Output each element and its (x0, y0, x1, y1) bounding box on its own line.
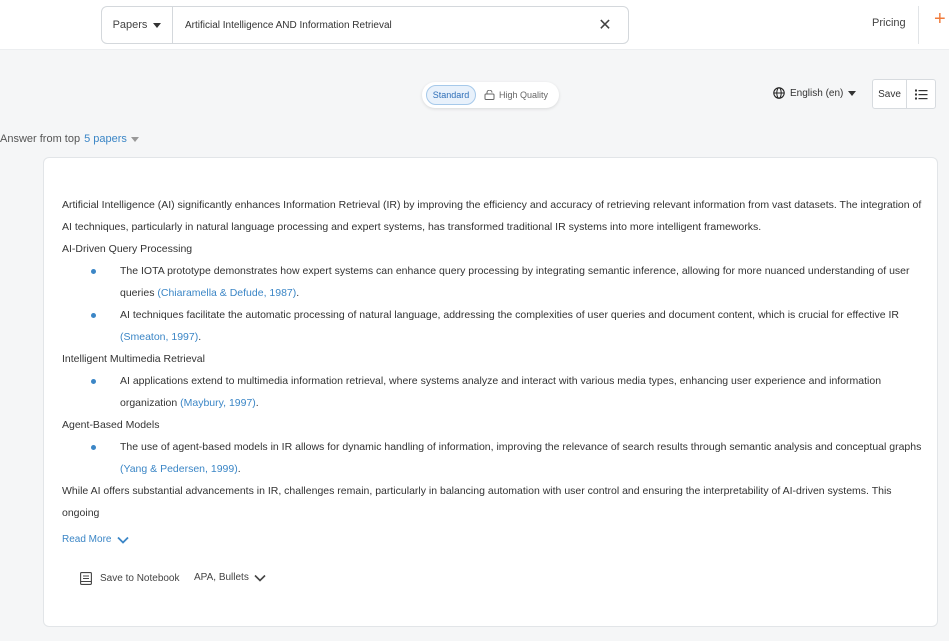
bullet-end: . (255, 397, 259, 409)
mode-high-quality-button[interactable]: High Quality (484, 90, 548, 100)
list-item: AI applications extend to multimedia inf… (91, 370, 924, 414)
caret-down-icon (848, 90, 857, 96)
citation-link[interactable]: (Yang & Pedersen, 1999) (120, 463, 238, 475)
answer-source-selector[interactable]: Answer from top 5 papers (0, 133, 139, 145)
list-item: The use of agent-based models in IR allo… (91, 436, 924, 480)
citation-link[interactable]: (Chiaramella & Defude, 1987) (157, 287, 296, 299)
answer-conclusion: While AI offers substantial advancements… (62, 485, 892, 519)
answer-card: Artificial Intelligence (AI) significant… (43, 157, 938, 627)
list-item: AI techniques facilitate the automatic p… (91, 304, 924, 348)
lock-icon (484, 90, 495, 100)
bullet-end: . (237, 463, 241, 475)
caret-down-icon (130, 136, 139, 142)
list-item: The IOTA prototype demonstrates how expe… (91, 260, 924, 304)
language-selector[interactable]: English (en) (773, 87, 857, 99)
save-to-notebook-button[interactable]: Save to Notebook (80, 572, 180, 585)
list-view-button[interactable] (906, 79, 936, 109)
read-more-button[interactable]: Read More (62, 534, 130, 545)
bullet-text: The use of agent-based models in IR allo… (120, 441, 922, 453)
save-button[interactable]: Save (872, 79, 907, 109)
bullet-end: . (296, 287, 300, 299)
save-to-notebook-label: Save to Notebook (100, 573, 180, 584)
section-heading: AI-Driven Query Processing (62, 243, 193, 255)
answer-source-prefix: Answer from top (0, 133, 81, 145)
clear-search-icon[interactable]: ✕ (590, 15, 620, 35)
content-fade (62, 521, 924, 539)
chevron-down-icon (254, 574, 266, 582)
mode-high-quality-label: High Quality (499, 90, 549, 100)
mode-standard-button[interactable]: Standard (426, 85, 476, 105)
search-bar: Papers ✕ (101, 6, 629, 44)
language-label: English (en) (790, 87, 844, 99)
globe-icon (773, 87, 785, 99)
read-more-label: Read More (62, 534, 112, 545)
bullet-text: AI techniques facilitate the automatic p… (120, 309, 899, 321)
bullet-end: . (198, 331, 202, 343)
section-bullet-list: The use of agent-based models in IR allo… (62, 436, 924, 480)
new-search-plus-icon[interactable]: + (934, 9, 946, 29)
header-divider (918, 6, 919, 44)
search-type-label: Papers (112, 19, 148, 31)
citation-style-dropdown[interactable]: APA, Bullets (194, 572, 266, 583)
search-input[interactable] (173, 7, 590, 43)
section-heading: Agent-Based Models (62, 419, 160, 431)
search-type-dropdown[interactable]: Papers (102, 7, 173, 43)
citation-style-label: APA, Bullets (194, 572, 249, 583)
notebook-icon (80, 572, 92, 585)
chevron-down-icon (117, 536, 130, 544)
citation-link[interactable]: (Smeaton, 1997) (120, 331, 198, 343)
caret-down-icon (153, 22, 162, 28)
section-heading: Intelligent Multimedia Retrieval (62, 353, 205, 365)
section-bullet-list: The IOTA prototype demonstrates how expe… (62, 260, 924, 348)
quality-toggle: Standard High Quality (422, 82, 559, 108)
answer-content: Artificial Intelligence (AI) significant… (62, 194, 924, 539)
top-bar: Papers ✕ Pricing + (0, 0, 949, 50)
answer-intro: Artificial Intelligence (AI) significant… (62, 199, 922, 233)
pricing-link[interactable]: Pricing (872, 17, 906, 29)
section-bullet-list: AI applications extend to multimedia inf… (62, 370, 924, 414)
answer-source-papers-link[interactable]: 5 papers (84, 133, 127, 145)
list-icon (914, 89, 927, 99)
citation-link[interactable]: (Maybury, 1997) (180, 397, 256, 409)
